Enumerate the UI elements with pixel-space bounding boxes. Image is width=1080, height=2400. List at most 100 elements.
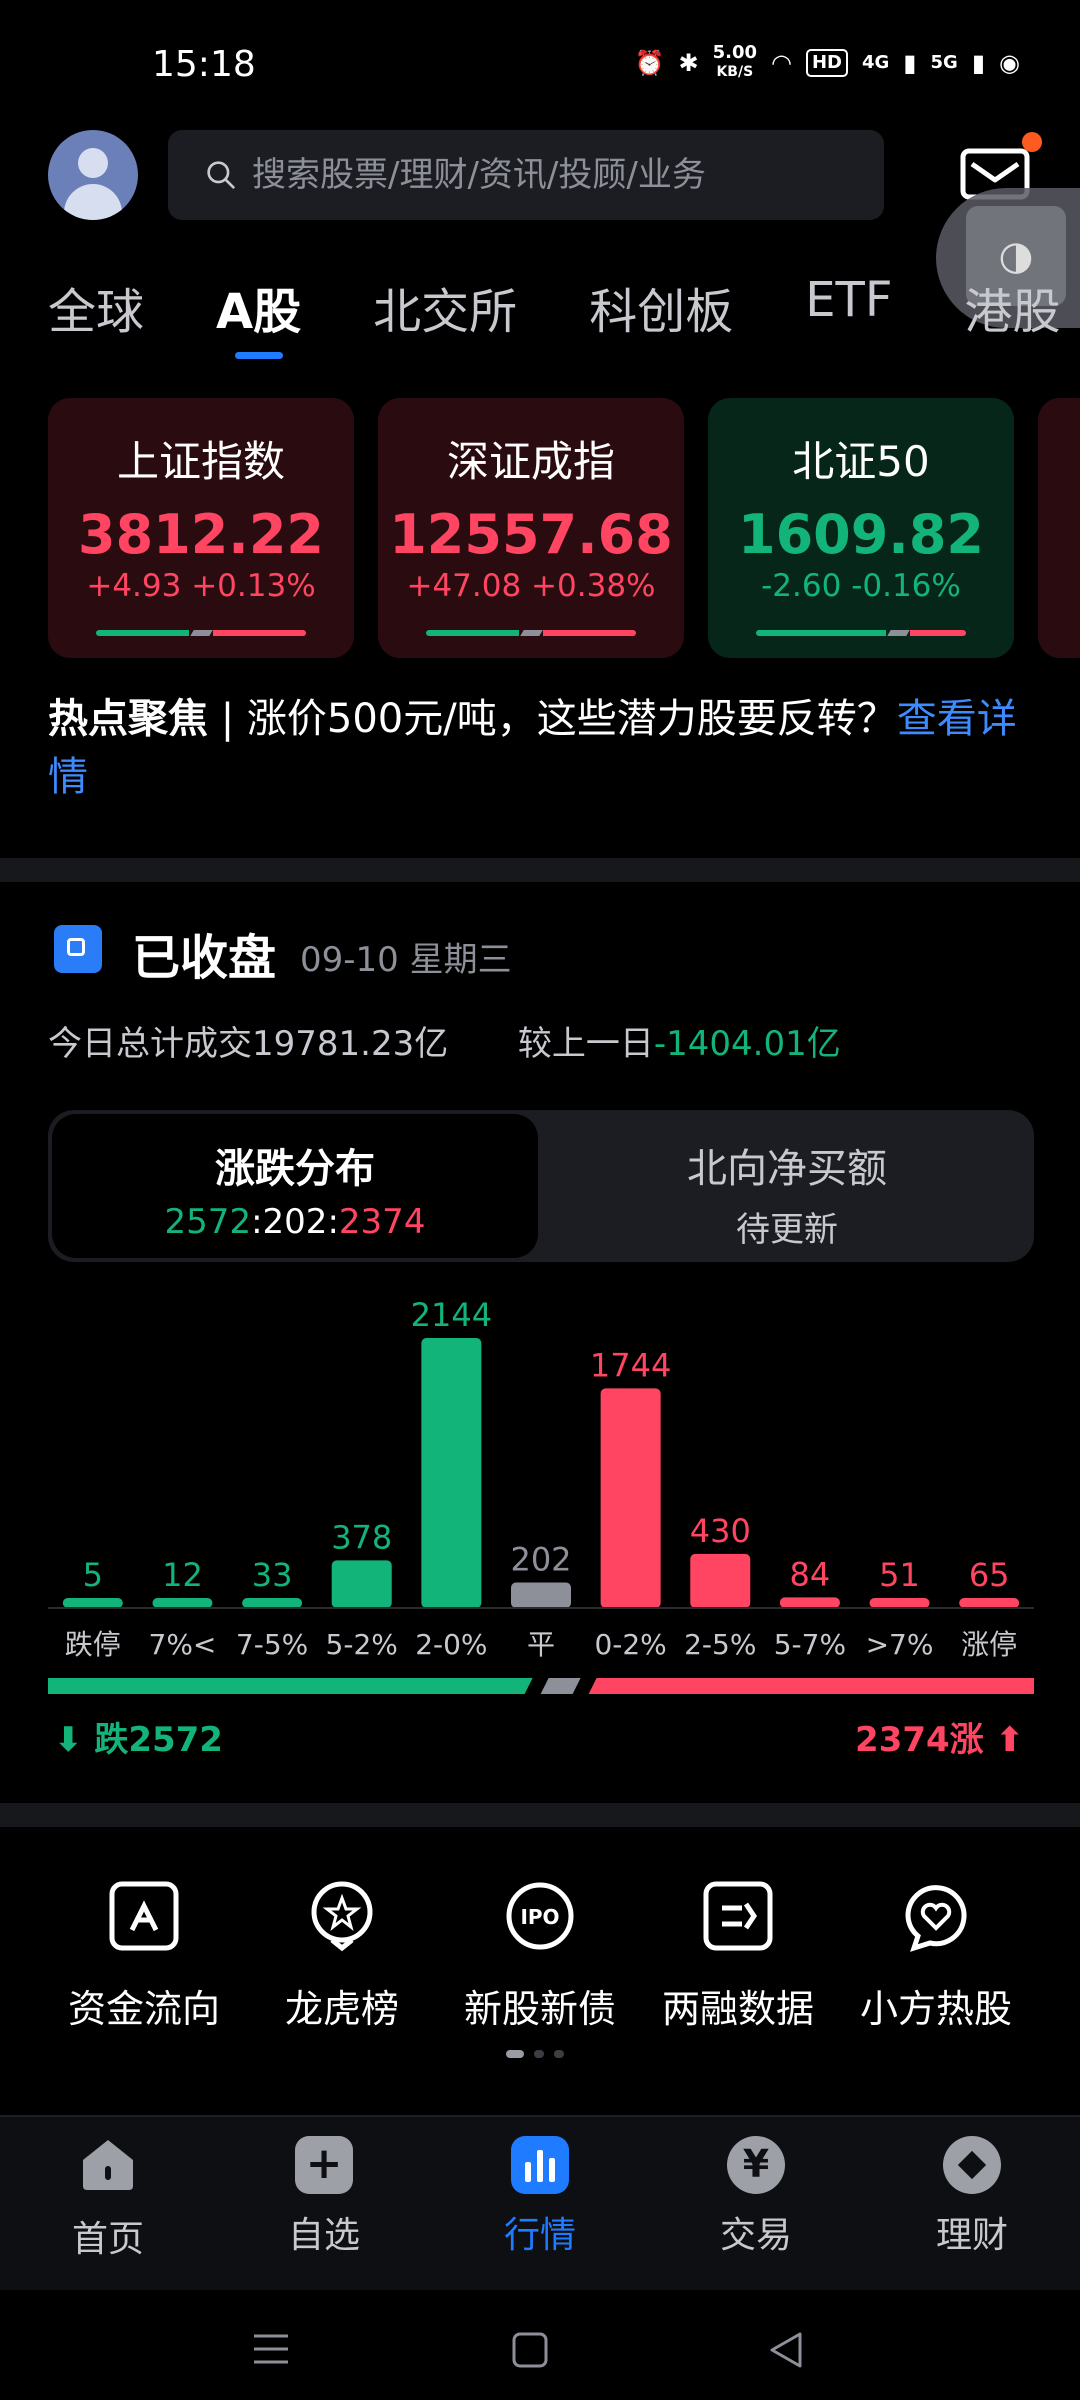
bar-1 (152, 1598, 213, 1608)
nav-home[interactable]: 首页 (28, 2136, 188, 2262)
margin-data-icon (703, 1881, 773, 1951)
index-value: 12557.68 (389, 503, 673, 566)
category-label: 5-7% (774, 1628, 846, 1661)
status-bar: 15:18 ⏰ ✱ 5.00 KB/S ◠ HD 4G ▮ 5G ▮ ◉ (0, 0, 1080, 130)
alarm-icon: ⏰ (634, 48, 665, 77)
search-input[interactable] (250, 154, 854, 196)
menu-icon[interactable] (252, 2332, 290, 2366)
advance-decline-bar (756, 630, 966, 636)
bar-value-label: 12 (162, 1556, 203, 1594)
compare-label: 较上一日 (517, 1024, 654, 1064)
bar-2 (242, 1598, 303, 1608)
advance-decline-bar (96, 630, 307, 636)
add-icon: + (295, 2136, 353, 2194)
category-label: 2-5% (684, 1628, 756, 1661)
market-date: 09-10 星期三 (300, 940, 512, 980)
segment-northbound[interactable]: 北向净买额 待更新 (544, 1114, 1030, 1258)
wifi-icon: ◠ (771, 48, 792, 77)
segment-counts: 2572:202:2374 (164, 1202, 426, 1242)
segment-title: 北向净买额 (687, 1146, 887, 1192)
signal-bars-icon-2: ▮ (971, 48, 986, 77)
news-text: 涨价500元/吨，这些潜力股要反转？ (246, 696, 897, 742)
tab-bse[interactable]: 北交所 (373, 272, 517, 362)
tab-star-market[interactable]: 科创板 (589, 272, 733, 362)
news-separator: | (208, 696, 247, 742)
tab-etf[interactable]: ETF (805, 272, 892, 362)
dragon-tiger-icon (311, 1881, 373, 1952)
flat-segment (540, 1678, 581, 1694)
index-name: 北证50 (792, 437, 930, 486)
back-icon[interactable] (768, 2330, 804, 2370)
bar-value-label: 51 (879, 1556, 920, 1594)
advance-decline-bar (426, 630, 637, 636)
bar-value-label: 33 (252, 1556, 293, 1594)
battery-icon: ◉ (999, 48, 1020, 77)
market-tabs: 全球 A股 北交所 科创板 ETF 港股 (48, 272, 1080, 362)
avatar-body (64, 184, 122, 220)
index-value: 3812.22 (78, 503, 324, 566)
hot-stock-icon (905, 1885, 967, 1952)
search-icon (207, 161, 235, 189)
category-label: 0-2% (594, 1628, 666, 1661)
nav-market[interactable]: 行情 (460, 2136, 620, 2258)
category-label: 涨停 (961, 1628, 1017, 1661)
diamond-icon (943, 2136, 1001, 2194)
bar-0 (62, 1598, 123, 1608)
network-speed: 5.00 KB/S (712, 42, 758, 81)
decline-count: ⬇ 跌2572 (54, 1720, 223, 1760)
arrow-up-icon: ⬆ (983, 1720, 1025, 1760)
bluetooth-icon: ✱ (678, 48, 699, 77)
tab-a-shares[interactable]: A股 (216, 272, 301, 362)
index-card-partial[interactable] (1038, 398, 1080, 658)
pager-dots (506, 2050, 564, 2058)
compare-value: -1404.01亿 (653, 1024, 841, 1064)
nav-trade[interactable]: ¥ 交易 (676, 2136, 836, 2258)
index-name: 深证成指 (446, 437, 615, 486)
market-status-icon (54, 925, 102, 973)
signal-bars-icon: ▮ (903, 48, 917, 77)
tool-fund-flow[interactable]: 资金流向 (44, 1880, 244, 2033)
index-card-shanghai[interactable]: 上证指数 3812.22 +4.93 +0.13% (48, 398, 354, 658)
nav-watchlist[interactable]: + 自选 (244, 2136, 404, 2258)
tool-ipo[interactable]: IPO 新股新债 (440, 1880, 640, 2033)
advance-decline-ratio-bar (48, 1678, 1034, 1694)
bar-5 (511, 1582, 571, 1608)
index-card-shenzhen[interactable]: 深证成指 12557.68 +47.08 +0.38% (378, 398, 684, 658)
advance-count: 2374涨 ⬆ (855, 1720, 1025, 1760)
segment-advance-decline[interactable]: 涨跌分布 2572:202:2374 (52, 1114, 538, 1258)
tab-hk-shares[interactable]: 港股 (964, 272, 1060, 362)
category-label: 7-5% (236, 1628, 308, 1661)
svg-text:IPO: IPO (520, 1905, 559, 1929)
tab-global[interactable]: 全球 (48, 272, 144, 362)
bar-4 (421, 1338, 482, 1608)
status-icons: ⏰ ✱ 5.00 KB/S ◠ HD 4G ▮ 5G ▮ ◉ (635, 44, 1020, 81)
segment-status: 待更新 (736, 1210, 838, 1250)
decline-segment (48, 1678, 533, 1694)
tool-margin-data[interactable]: 两融数据 (638, 1880, 838, 2033)
hd-badge: HD (805, 48, 848, 77)
tool-hot-stock[interactable]: 小方热股 (836, 1880, 1036, 2033)
home-button-icon[interactable] (512, 2332, 548, 2368)
bar-value-label: 84 (790, 1555, 831, 1593)
category-label: 跌停 (65, 1628, 121, 1661)
distribution-chart: 5 跌停 12 7%< 33 7-5% 378 5-2% 2144 2-0% 202 平 1744 0-2… (48, 1296, 1034, 1661)
tool-dragon-tiger[interactable]: 龙虎榜 (242, 1880, 442, 2033)
search-bar[interactable] (168, 130, 884, 220)
index-value: 1609.82 (738, 503, 984, 566)
index-change: -2.60 -0.16% (761, 568, 961, 604)
index-card-bse50[interactable]: 北证50 1609.82 -2.60 -0.16% (708, 398, 1014, 658)
index-change: +47.08 +0.38% (406, 568, 656, 604)
bar-9 (869, 1598, 930, 1608)
home-icon (83, 2140, 133, 2190)
turnover-summary: 今日总计成交19781.23亿 较上一日-1404.01亿 (48, 1016, 841, 1065)
index-change: +4.93 +0.13% (86, 568, 316, 604)
arrow-down-icon: ⬇ (54, 1720, 95, 1760)
system-nav-bar (0, 2290, 1080, 2400)
news-tag: 热点聚焦 (48, 696, 208, 742)
bar-value-label: 378 (331, 1518, 392, 1556)
hot-news[interactable]: 热点聚焦 | 涨价500元/吨，这些潜力股要反转？查看详情 (48, 690, 1038, 806)
category-label: 7%< (149, 1628, 217, 1661)
avatar[interactable] (48, 130, 138, 220)
nav-wealth[interactable]: 理财 (892, 2136, 1052, 2258)
yen-icon: ¥ (727, 2136, 785, 2194)
